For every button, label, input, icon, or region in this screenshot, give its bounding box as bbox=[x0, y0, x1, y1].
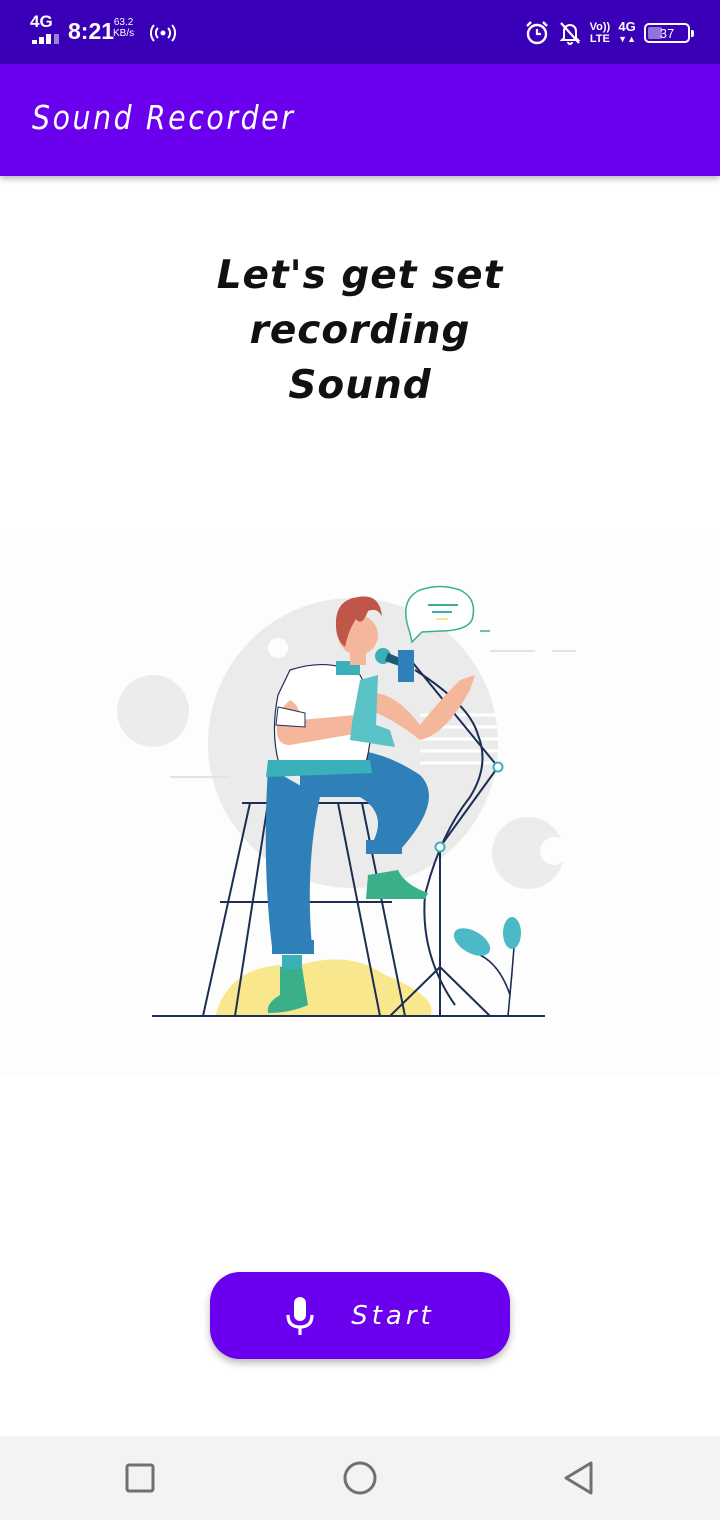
recent-apps-icon bbox=[125, 1463, 155, 1493]
speed-value: 63.2 bbox=[113, 17, 134, 28]
navigation-bar bbox=[0, 1436, 720, 1520]
network-type-right: 4G ▼▲ bbox=[618, 19, 636, 45]
start-button-label: Start bbox=[351, 1300, 435, 1331]
volte-bottom: LTE bbox=[589, 33, 610, 45]
clock: 8:21 bbox=[68, 18, 115, 44]
alarm-icon bbox=[525, 21, 548, 45]
volte-indicator: Vo)) LTE bbox=[590, 21, 611, 45]
home-button[interactable] bbox=[340, 1458, 380, 1498]
headline-text: Let's get set recording Sound bbox=[216, 253, 504, 408]
network-type: 4G bbox=[30, 12, 53, 31]
recent-apps-button[interactable] bbox=[120, 1458, 160, 1498]
notifications-off-icon bbox=[559, 22, 581, 45]
start-button[interactable]: Start bbox=[210, 1272, 510, 1359]
battery-level: 37 bbox=[659, 25, 675, 41]
hotspot-icon bbox=[150, 24, 176, 42]
volte-top: Vo)) bbox=[589, 21, 611, 33]
app-title: Sound Recorder bbox=[32, 98, 296, 137]
status-bar: 4G 8:21 63.2 KB/s Vo)) LTE 4G ▼▲ 37 bbox=[0, 0, 720, 64]
battery-icon: 37 bbox=[644, 23, 694, 43]
app-bar: Sound Recorder bbox=[0, 64, 720, 176]
network-speed: 63.2 KB/s bbox=[113, 17, 134, 39]
home-icon bbox=[343, 1461, 377, 1495]
back-icon bbox=[564, 1461, 593, 1495]
back-button[interactable] bbox=[558, 1458, 598, 1498]
network-type-right-label: 4G bbox=[618, 19, 636, 34]
data-arrows-icon: ▼▲ bbox=[618, 34, 636, 44]
signal-icon bbox=[32, 34, 62, 44]
speed-unit: KB/s bbox=[113, 28, 135, 39]
singer-with-microphone-illustration bbox=[0, 535, 720, 1075]
status-icons: Vo)) LTE 4G ▼▲ 37 bbox=[524, 16, 694, 50]
microphone-icon bbox=[286, 1296, 314, 1335]
